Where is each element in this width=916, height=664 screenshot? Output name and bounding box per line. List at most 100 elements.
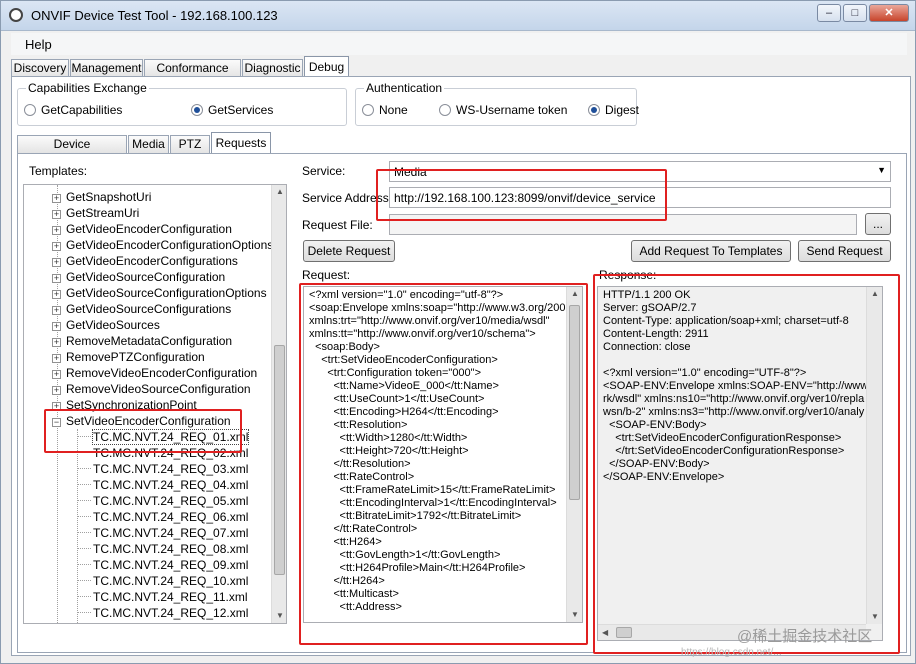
tree-child-item[interactable]: TC.MC.NVT.24_REQ_04.xml xyxy=(77,477,248,493)
tab-requests[interactable]: Requests xyxy=(211,132,271,153)
scroll-down-icon[interactable]: ▼ xyxy=(276,611,284,620)
tree-item[interactable]: + GetVideoSources xyxy=(52,317,160,333)
tree-child-item[interactable]: TC.MC.NVT.24_REQ_06.xml xyxy=(77,509,248,525)
tree-connector xyxy=(77,484,91,485)
expand-icon[interactable]: + xyxy=(52,258,61,267)
scroll-thumb[interactable] xyxy=(274,345,285,575)
tab-debug[interactable]: Debug xyxy=(304,56,349,77)
tree-child-label: TC.MC.NVT.24_REQ_09.xml xyxy=(93,558,249,572)
tree-item[interactable]: + GetVideoSourceConfiguration xyxy=(52,269,225,285)
request-label: Request: xyxy=(302,268,351,282)
tree-child-item[interactable]: TC.MC.NVT.24_REQ_12.xml xyxy=(77,605,248,621)
send-request-button[interactable]: Send Request xyxy=(798,240,891,262)
tree-item-label: GetVideoEncoderConfiguration xyxy=(66,222,232,236)
tree-child-label: TC.MC.NVT.24_REQ_04.xml xyxy=(93,478,249,492)
radio-ws-username-token[interactable]: WS-Username token xyxy=(439,103,567,117)
tree-child-label: TC.MC.NVT.24_REQ_12.xml xyxy=(93,606,249,620)
tree-item[interactable]: + GetVideoEncoderConfigurations xyxy=(52,253,238,269)
tree-item[interactable]: + RemoveVideoEncoderConfiguration xyxy=(52,365,257,381)
templates-tree: + GetSnapshotUri + GetStreamUri + GetVideoEnc… xyxy=(23,184,287,624)
expand-icon[interactable]: + xyxy=(52,354,61,363)
tree-item-label: RemoveVideoSourceConfiguration xyxy=(66,382,251,396)
close-button[interactable]: ✕ xyxy=(869,4,909,22)
tree-connector xyxy=(77,596,91,597)
tab-discovery[interactable]: Discovery xyxy=(11,59,69,77)
tree-item[interactable]: + GetVideoSourceConfigurations xyxy=(52,301,231,317)
templates-scrollbar[interactable]: ▲ ▼ xyxy=(271,185,286,623)
tree-child-item[interactable]: TC.MC.NVT.24_REQ_07.xml xyxy=(77,525,248,541)
tree-child-label: TC.MC.NVT.24_REQ_06.xml xyxy=(93,510,249,524)
tree-item[interactable]: + RemoveMetadataConfiguration xyxy=(52,333,232,349)
highlight-request xyxy=(299,283,588,645)
tree-item-label: GetVideoSourceConfigurations xyxy=(66,302,232,316)
tree-child-label: TC.MC.NVT.24_REQ_05.xml xyxy=(93,494,249,508)
tree-item[interactable]: + GetVideoSourceConfigurationOptions xyxy=(52,285,267,301)
tree-connector xyxy=(77,468,91,469)
expand-icon[interactable]: + xyxy=(52,194,61,203)
tree-item-label: GetVideoSourceConfigurationOptions xyxy=(66,286,267,300)
tree-connector xyxy=(77,612,91,613)
browse-button[interactable]: ... xyxy=(865,213,891,235)
expand-icon[interactable]: + xyxy=(52,338,61,347)
tree-child-item[interactable]: TC.MC.NVT.24_REQ_03.xml xyxy=(77,461,248,477)
tab-management[interactable]: Management xyxy=(70,59,143,77)
tree-item[interactable]: + RemoveVideoSourceConfiguration xyxy=(52,381,251,397)
delete-request-button[interactable]: Delete Request xyxy=(303,240,395,262)
expand-icon[interactable]: + xyxy=(52,386,61,395)
authentication-group: Authentication None WS-Username token Di… xyxy=(355,81,639,126)
tree-item[interactable]: + GetStreamUri xyxy=(52,205,139,221)
tree-item-label: GetVideoSourceConfiguration xyxy=(66,270,226,284)
tree-item[interactable]: + GetVideoEncoderConfiguration xyxy=(52,221,232,237)
tree-item-label: RemovePTZConfiguration xyxy=(66,350,205,364)
radio-digest[interactable]: Digest xyxy=(588,103,639,117)
expand-icon[interactable]: + xyxy=(52,370,61,379)
capabilities-group: Capabilities Exchange GetCapabilities Ge… xyxy=(17,81,347,126)
expand-icon[interactable]: + xyxy=(52,226,61,235)
menu-help[interactable]: Help xyxy=(25,37,52,52)
radio-on-icon xyxy=(588,104,600,116)
add-request-to-templates-button[interactable]: Add Request To Templates xyxy=(631,240,791,262)
tree-child-item[interactable]: TC.MC.NVT.24_REQ_08.xml xyxy=(77,541,248,557)
radio-none[interactable]: None xyxy=(362,103,408,117)
window-title: ONVIF Device Test Tool - 192.168.100.123 xyxy=(31,8,278,23)
maximize-button[interactable]: □ xyxy=(843,4,867,22)
templates-label: Templates: xyxy=(29,164,88,178)
highlight-response xyxy=(593,274,900,654)
radio-on-icon xyxy=(191,104,203,116)
tree-child-label: TC.MC.NVT.24_REQ_10.xml xyxy=(93,574,249,588)
app-icon xyxy=(9,8,23,22)
tree-child-label: TC.MC.NVT.24_REQ_08.xml xyxy=(93,542,249,556)
tab-conformance-test[interactable]: Conformance Test xyxy=(144,59,241,91)
tree-connector xyxy=(77,516,91,517)
tree-connector xyxy=(77,500,91,501)
tree-item[interactable]: + RemovePTZConfiguration xyxy=(52,349,205,365)
expand-icon[interactable]: + xyxy=(52,306,61,315)
radio-off-icon xyxy=(439,104,451,116)
tree-child-item[interactable]: TC.MC.NVT.24_REQ_09.xml xyxy=(77,557,248,573)
tree-item[interactable]: + GetVideoEncoderConfigurationOptions xyxy=(52,237,273,253)
expand-icon[interactable]: + xyxy=(52,242,61,251)
request-file-label: Request File: xyxy=(302,218,373,232)
tree-connector xyxy=(77,580,91,581)
title-bar: ONVIF Device Test Tool - 192.168.100.123… xyxy=(1,1,915,31)
tree-child-label: TC.MC.NVT.24_REQ_11.xml xyxy=(93,590,248,604)
tree-child-item[interactable]: TC.MC.NVT.24_REQ_10.xml xyxy=(77,573,248,589)
tree-child-item[interactable]: TC.MC.NVT.24_REQ_05.xml xyxy=(77,493,248,509)
tree-child-label: TC.MC.NVT.24_REQ_03.xml xyxy=(93,462,249,476)
radio-getservices[interactable]: GetServices xyxy=(191,103,273,117)
tree-item[interactable]: + GetSnapshotUri xyxy=(52,189,151,205)
expand-icon[interactable]: + xyxy=(52,322,61,331)
minimize-button[interactable]: – xyxy=(817,4,841,22)
tab-media[interactable]: Media xyxy=(128,135,169,153)
radio-getcapabilities[interactable]: GetCapabilities xyxy=(24,103,122,117)
tree-item-label: GetVideoEncoderConfigurations xyxy=(66,254,238,268)
tab-diagnostic[interactable]: Diagnostic xyxy=(242,59,303,77)
expand-icon[interactable]: + xyxy=(52,210,61,219)
expand-icon[interactable]: + xyxy=(52,290,61,299)
tree-connector xyxy=(77,548,91,549)
expand-icon[interactable]: + xyxy=(52,274,61,283)
tab-ptz[interactable]: PTZ xyxy=(170,135,210,153)
tab-device-management[interactable]: Device Management xyxy=(17,135,127,167)
scroll-up-icon[interactable]: ▲ xyxy=(276,187,284,196)
tree-child-item[interactable]: TC.MC.NVT.24_REQ_11.xml xyxy=(77,589,247,605)
